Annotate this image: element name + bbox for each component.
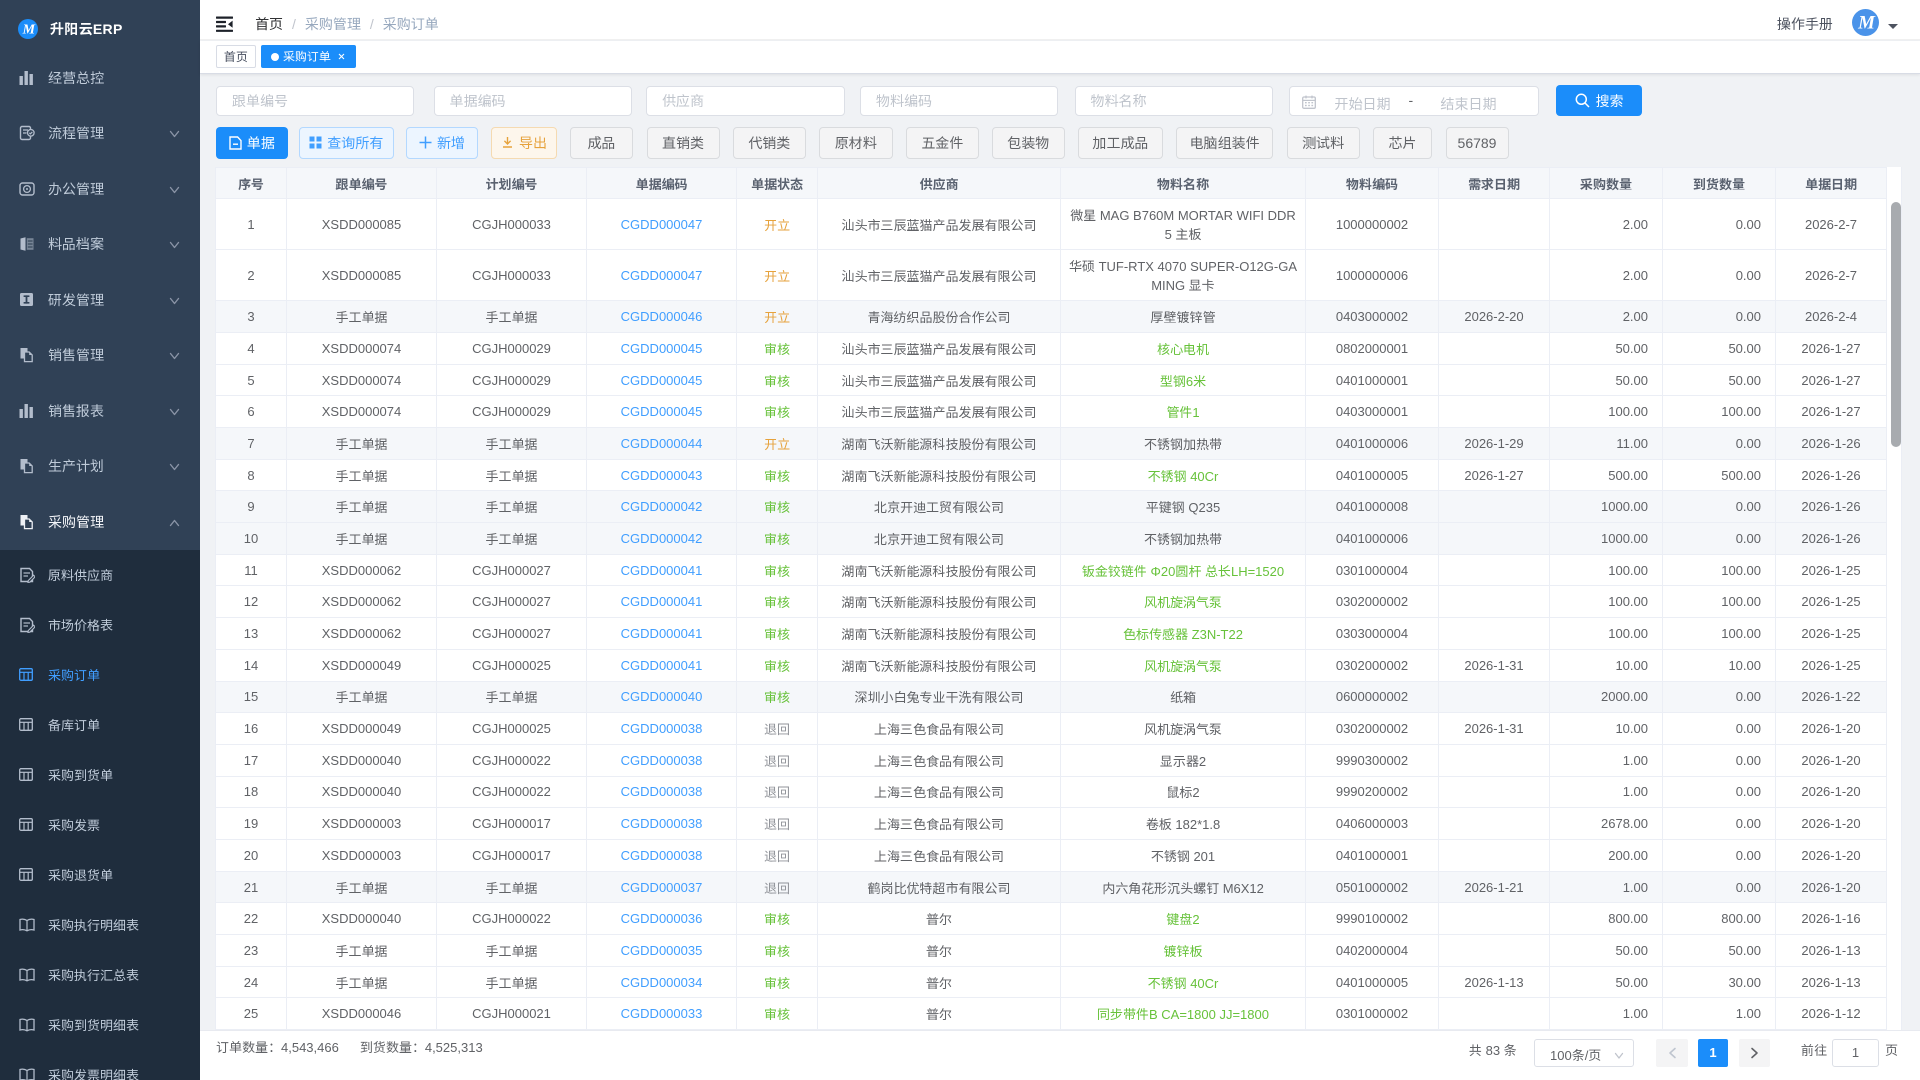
svg-text:M: M [22, 23, 36, 38]
svg-text:M: M [1857, 13, 1876, 34]
